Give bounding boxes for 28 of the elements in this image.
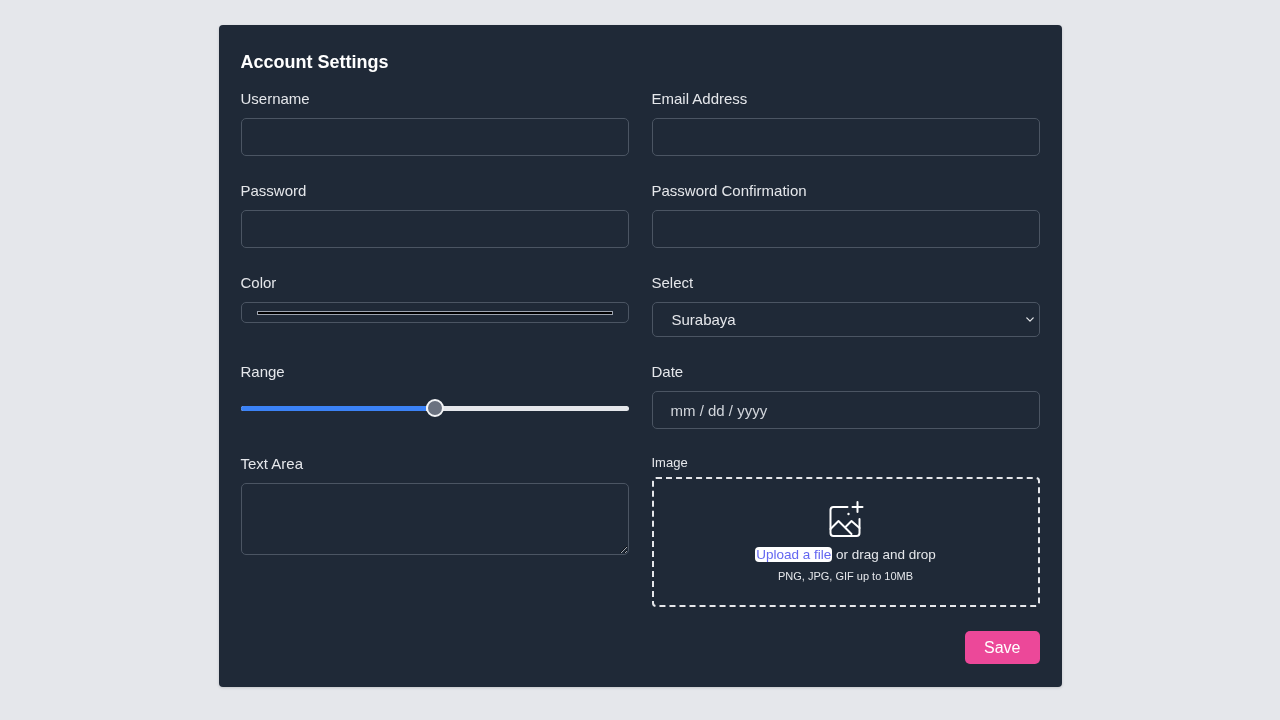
dropdown-select[interactable]: Surabaya (651, 302, 1040, 337)
field-label: Color (240, 273, 277, 293)
file-dropzone[interactable]: Upload a file or drag and drop PNG, JPG, GIF up to 10MB (651, 477, 1040, 607)
field-label: Password Confirmation (651, 181, 807, 201)
image-add-icon (827, 501, 864, 537)
email-input[interactable] (651, 118, 1040, 156)
file-hint: PNG, JPG, GIF up to 10MB (777, 569, 914, 584)
chevron-down-icon (1025, 317, 1034, 322)
color-swatch-icon (256, 310, 613, 315)
upload-link[interactable]: Upload a file (755, 547, 833, 562)
upload-instructions: Upload a file or drag and drop (755, 546, 936, 564)
field-label: Select (651, 273, 694, 293)
date-input[interactable]: mm / dd / yyyy (651, 391, 1040, 429)
form-title: Account Settings (240, 51, 389, 74)
text-input[interactable] (240, 118, 629, 156)
text-area[interactable] (240, 483, 629, 555)
field-label: Range (240, 362, 285, 382)
password-input[interactable] (651, 210, 1040, 248)
slider-thumb[interactable] (425, 399, 444, 417)
field-label: Date (651, 362, 684, 382)
color-picker[interactable] (240, 302, 629, 323)
field-label: Email Address (651, 89, 748, 109)
field-label: Image (651, 454, 688, 472)
save-button[interactable]: Save (965, 631, 1040, 664)
field-label: Text Area (240, 454, 304, 474)
password-input[interactable] (240, 210, 629, 248)
field-label: Password (240, 181, 307, 201)
field-label: Username (240, 89, 310, 109)
